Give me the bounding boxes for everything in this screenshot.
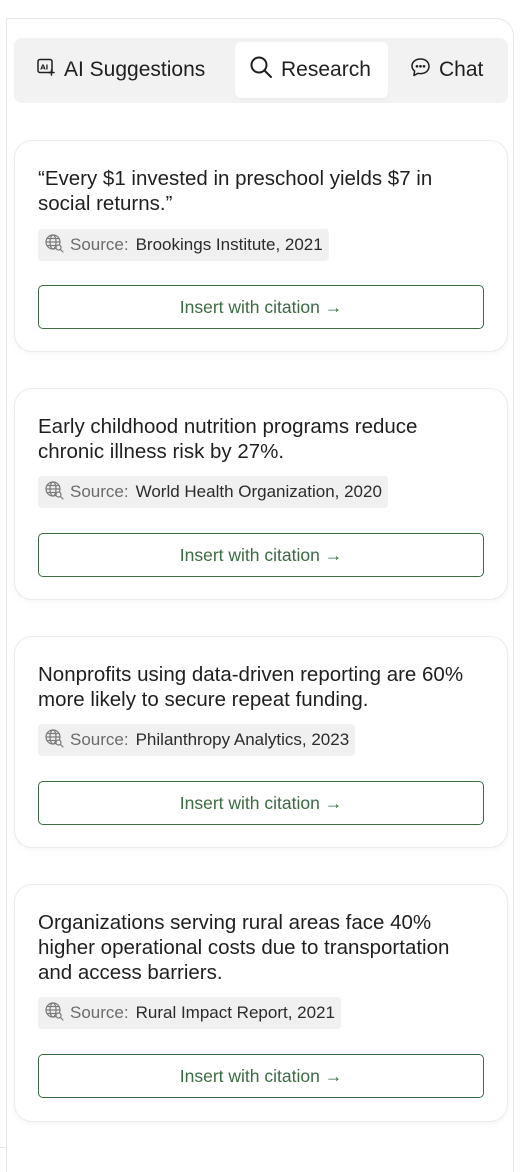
tab-bar: AI AI Suggestions Research Chat [14, 38, 508, 103]
chat-bubble-icon [410, 57, 431, 84]
research-card: “Every $1 invested in preschool yields $… [14, 140, 508, 352]
source-label: Source: [70, 730, 129, 749]
research-finding: “Every $1 invested in preschool yields $… [38, 167, 433, 215]
tab-research-label: Research [281, 58, 371, 81]
globe-icon [44, 728, 64, 753]
research-finding: Nonprofits using data-driven reporting a… [38, 663, 464, 711]
source-name: World Health Organization, 2020 [135, 482, 382, 501]
research-card: Organizations serving rural areas face 4… [14, 884, 508, 1122]
research-card: Nonprofits using data-driven reporting a… [14, 636, 508, 848]
divider [0, 1147, 7, 1148]
insert-with-citation-button[interactable]: Insert with citation → [38, 781, 484, 825]
research-finding: Early childhood nutrition programs reduc… [38, 415, 418, 463]
source-label: Source: [70, 235, 129, 254]
source-badge: Source: Philanthropy Analytics, 2023 [38, 724, 356, 756]
insert-with-citation-button[interactable]: Insert with citation → [38, 1054, 484, 1098]
source-label: Source: [70, 482, 129, 501]
research-card: Early childhood nutrition programs reduc… [14, 388, 508, 600]
insert-with-citation-button[interactable]: Insert with citation → [38, 285, 484, 329]
tab-ai-suggestions-label: AI Suggestions [64, 58, 206, 81]
research-finding: Organizations serving rural areas face 4… [38, 911, 450, 984]
svg-text:AI: AI [40, 64, 48, 72]
globe-icon [44, 1001, 64, 1026]
tab-ai-suggestions[interactable]: AI AI Suggestions [36, 42, 205, 98]
source-badge: Source: Brookings Institute, 2021 [38, 229, 329, 261]
ai-suggestions-icon: AI [36, 57, 56, 83]
source-badge: Source: World Health Organization, 2020 [38, 476, 388, 508]
tab-chat-label: Chat [439, 58, 484, 81]
globe-icon [44, 480, 64, 505]
source-name: Brookings Institute, 2021 [135, 235, 323, 254]
globe-icon [44, 233, 64, 258]
source-badge: Source: Rural Impact Report, 2021 [38, 997, 341, 1029]
source-name: Philanthropy Analytics, 2023 [135, 730, 350, 749]
source-label: Source: [70, 1003, 129, 1022]
tab-research[interactable]: Research [235, 42, 388, 98]
tab-chat[interactable]: Chat [410, 42, 483, 98]
source-name: Rural Impact Report, 2021 [135, 1003, 335, 1022]
search-icon [249, 55, 273, 85]
insert-with-citation-button[interactable]: Insert with citation → [38, 533, 484, 577]
